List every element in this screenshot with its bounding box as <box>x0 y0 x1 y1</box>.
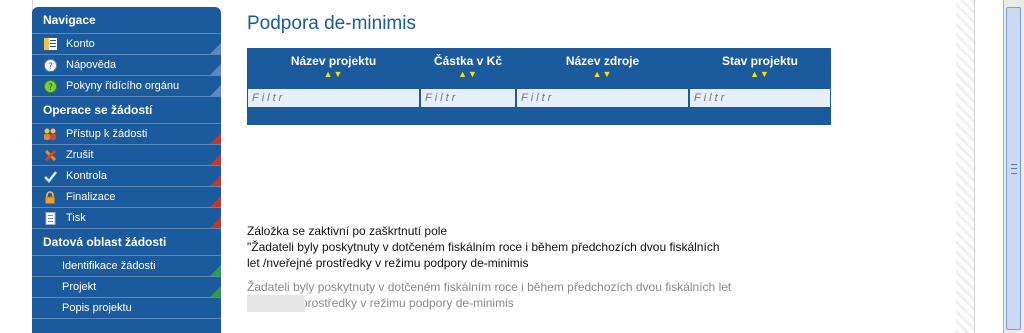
window-edge <box>974 0 1004 333</box>
grid-header-row: Název projektu ▲▼ Částka v Kč ▲▼ Název z… <box>247 48 831 88</box>
guide-icon: ? <box>43 79 57 93</box>
sidebar-item-label: Zrušit <box>66 149 94 161</box>
checkbox-label-line: prostředky v režimu podpory de-minimis <box>301 296 514 310</box>
sidebar-section-datova-oblast: Datová oblast žádosti <box>32 229 221 256</box>
sidebar-item-kontrola[interactable]: Kontrola <box>32 166 221 187</box>
svg-text:?: ? <box>48 62 53 72</box>
corner-marker <box>210 64 221 75</box>
left-gutter <box>0 0 33 333</box>
right-pattern-strip <box>956 0 974 333</box>
sidebar-item-label: Identifikace žádosti <box>62 260 156 272</box>
corner-marker <box>210 175 221 186</box>
deminimis-grid: Název projektu ▲▼ Částka v Kč ▲▼ Název z… <box>247 48 831 125</box>
sort-arrows-icon[interactable]: ▲▼ <box>247 69 420 80</box>
main-content: Podpora de-minimis Název projektu ▲▼ Čás… <box>221 0 956 333</box>
corner-marker <box>210 265 221 276</box>
sidebar-item-label: Konto <box>66 38 95 50</box>
column-header-stav-projektu[interactable]: Stav projektu ▲▼ <box>689 48 831 88</box>
vertical-scrollbar[interactable] <box>1003 0 1024 333</box>
notice-line: "Žadateli byly poskytnuty v dotčeném fis… <box>247 240 720 254</box>
notice-line: Záložka se zaktivní po zaškrtnutí pole <box>247 224 448 238</box>
sidebar-section-operace: Operace se žádostí <box>32 97 221 124</box>
checkbox-label-line: Žadateli byly poskytnuty v dotčeném fisk… <box>247 280 732 294</box>
sidebar-item-label: Kontrola <box>66 170 107 182</box>
filter-input-nazev-zdroje[interactable] <box>516 88 689 108</box>
filter-input-castka[interactable] <box>420 88 516 108</box>
column-header-label: Částka v Kč <box>433 54 503 68</box>
column-header-nazev-zdroje[interactable]: Název zdroje ▲▼ <box>516 48 689 88</box>
sidebar-item-projekt[interactable]: Projekt <box>32 277 221 298</box>
sidebar-item-popis-projektu[interactable]: Popis projektu <box>32 298 221 319</box>
sidebar-item-label: Finalizace <box>66 191 116 203</box>
grip-icon <box>1011 164 1017 174</box>
sidebar-item-zrusit[interactable]: Zrušit <box>32 145 221 166</box>
filter-input-stav-projektu[interactable] <box>689 88 831 108</box>
grid-footer <box>247 108 831 125</box>
checkbox-label-text: Žadateli byly poskytnuty v dotčeném fisk… <box>247 279 731 311</box>
page-title: Podpora de-minimis <box>247 13 416 34</box>
grid-filter-row <box>247 88 831 108</box>
sidebar-item-label: Pokyny řídícího orgánu <box>66 80 180 92</box>
sidebar-item-pristup[interactable]: Přístup k žádosti <box>32 124 221 145</box>
sidebar-item-label: Nápověda <box>66 59 117 71</box>
sidebar-item-finalizace[interactable]: Finalizace <box>32 187 221 208</box>
users-icon <box>43 127 57 141</box>
sort-arrows-icon[interactable]: ▲▼ <box>420 69 516 80</box>
corner-marker <box>210 286 221 297</box>
scrollbar-thumb[interactable] <box>1006 7 1021 330</box>
sidebar: Navigace Konto ? Nápověda ? Pokyny řídíc… <box>32 7 221 333</box>
corner-marker <box>210 133 221 144</box>
sidebar-item-tisk[interactable]: Tisk <box>32 208 221 229</box>
corner-marker <box>210 217 221 228</box>
corner-marker <box>210 154 221 165</box>
sidebar-item-label: Tisk <box>66 212 86 224</box>
sidebar-item-konto[interactable]: Konto <box>32 34 221 55</box>
filter-input-nazev-projektu[interactable] <box>247 88 420 108</box>
column-header-label: Název zdroje <box>565 54 640 68</box>
sidebar-item-label: Projekt <box>62 281 97 293</box>
sidebar-item-napoveda[interactable]: ? Nápověda <box>32 55 221 76</box>
sidebar-item-identifikace[interactable]: Identifikace žádosti <box>32 256 221 277</box>
lock-icon <box>43 190 57 204</box>
sort-arrows-icon[interactable]: ▲▼ <box>689 69 831 80</box>
column-header-castka[interactable]: Částka v Kč ▲▼ <box>420 48 516 88</box>
corner-marker <box>210 85 221 96</box>
print-icon <box>43 211 57 225</box>
sidebar-item-label: Popis projektu <box>62 302 132 314</box>
sidebar-item-pokyny[interactable]: ? Pokyny řídícího orgánu <box>32 76 221 97</box>
column-header-label: Název projektu <box>290 54 377 68</box>
column-header-nazev-projektu[interactable]: Název projektu ▲▼ <box>247 48 420 88</box>
svg-text:?: ? <box>48 83 53 93</box>
notice-line: let /nveřejné prostředky v režimu podpor… <box>247 256 529 270</box>
sidebar-item-label: Přístup k žádosti <box>66 128 148 140</box>
activation-notice: Záložka se zaktivní po zaškrtnutí pole "… <box>247 223 720 271</box>
cancel-icon <box>43 148 57 162</box>
ledger-icon <box>43 37 57 51</box>
sort-arrows-icon[interactable]: ▲▼ <box>516 69 689 80</box>
corner-marker <box>210 196 221 207</box>
column-header-label: Stav projektu <box>721 54 799 68</box>
sidebar-section-navigace: Navigace <box>32 7 221 34</box>
check-icon <box>43 169 57 183</box>
corner-marker <box>210 43 221 54</box>
help-icon: ? <box>43 58 57 72</box>
disabled-checkbox-area[interactable] <box>247 295 305 312</box>
